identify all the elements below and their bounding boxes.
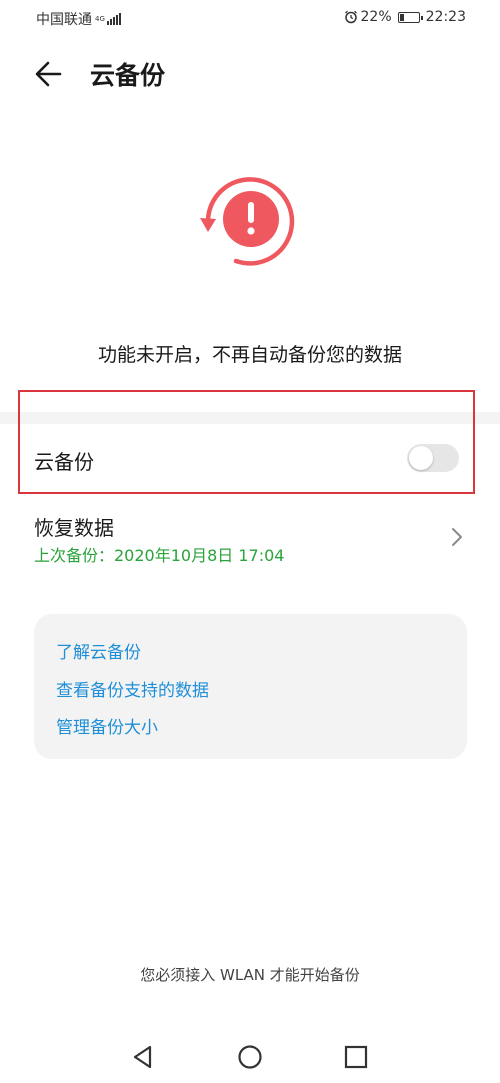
wlan-requirement-note: 您必须接入 WLAN 才能开始备份 [140, 966, 360, 984]
carrier-name: 中国联通 [36, 12, 92, 28]
triangle-back-icon[interactable] [128, 1042, 158, 1072]
arrow-left-icon [35, 61, 62, 87]
square-recents-icon[interactable] [341, 1042, 371, 1072]
system-nav-bar [0, 1030, 500, 1083]
help-links-card: 了解云备份 查看备份支持的数据 管理备份大小 [34, 614, 467, 759]
link-manage-backup-size[interactable]: 管理备份大小 [56, 713, 158, 738]
backup-disabled-message: 功能未开启，不再自动备份您的数据 [97, 344, 402, 366]
circle-home-icon[interactable] [235, 1042, 265, 1072]
network-type: 4G [95, 14, 105, 23]
status-bar: 中国联通 4G 22% 22:23 [0, 0, 500, 34]
battery-fill [399, 13, 405, 21]
restore-data-row[interactable]: 恢复数据 上次备份：2020年10月8日 17:04 [0, 500, 500, 580]
alarm-icon [344, 10, 357, 24]
signal-icon [106, 13, 122, 25]
status-left: 中国联通 4G [36, 9, 122, 29]
app-header: 云备份 [0, 50, 500, 98]
back-button[interactable] [30, 58, 68, 90]
exclamation-sync-icon [200, 177, 295, 266]
status-right: 22% 22:23 [344, 9, 466, 25]
link-supported-data[interactable]: 查看备份支持的数据 [56, 676, 209, 701]
battery-icon [397, 11, 423, 23]
highlight-box [18, 390, 475, 494]
restore-data-title: 恢复数据 [34, 516, 114, 540]
link-learn-cloud-backup[interactable]: 了解云备份 [56, 638, 141, 663]
chevron-right-icon [452, 528, 462, 546]
page-title: 云备份 [90, 61, 166, 90]
battery-percent: 22% [360, 9, 392, 25]
clock: 22:23 [425, 9, 466, 25]
last-backup-time: 上次备份：2020年10月8日 17:04 [34, 546, 285, 565]
